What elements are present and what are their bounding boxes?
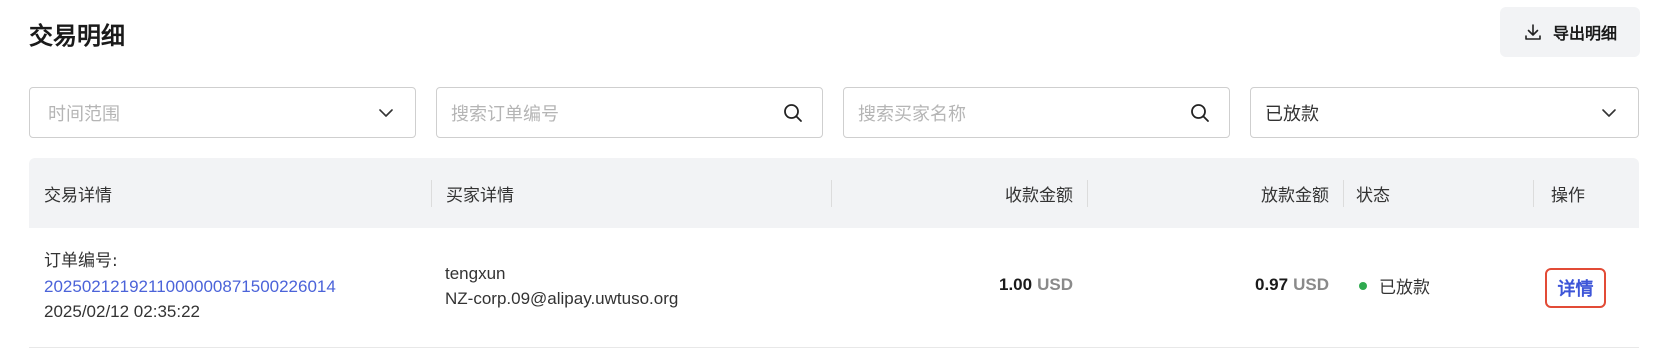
received-amount: 1.00 USD [831,275,1073,295]
column-header-status: 状态 [1343,158,1533,228]
column-header-received-amount: 收款金额 [831,158,1087,228]
table-header: 交易详情 买家详情 收款金额 放款金额 状态 操作 [29,158,1639,228]
transaction-datetime: 2025/02/12 02:35:22 [44,302,200,321]
order-number-label: 订单编号: [44,251,118,271]
order-search-placeholder: 搜索订单编号 [451,103,559,125]
status-select[interactable]: 已放款 [1250,87,1639,138]
released-amount: 0.97 USD [1087,275,1329,295]
status-text: 已放款 [1379,278,1430,298]
export-button-label: 导出明细 [1552,24,1617,43]
time-range-select[interactable]: 时间范围 [29,87,416,138]
time-range-placeholder: 时间范围 [48,103,120,125]
search-icon[interactable] [1189,102,1211,124]
order-number-link[interactable]: 2025021219211000000871500226014 [44,274,336,299]
chevron-down-icon [379,108,393,117]
column-header-action: 操作 [1533,158,1639,228]
released-currency: USD [1293,275,1329,294]
chevron-down-icon [1602,108,1616,117]
buyer-details: tengxun NZ-corp.09@alipay.uwtuso.org [445,261,678,311]
received-amount-value: 1.00 [999,275,1033,294]
order-search-input[interactable]: 搜索订单编号 [436,87,823,138]
page-title: 交易明细 [29,22,125,50]
search-icon[interactable] [782,102,804,124]
buyer-email: NZ-corp.09@alipay.uwtuso.org [445,289,679,308]
buyer-search-input[interactable]: 搜索买家名称 [843,87,1230,138]
status-badge: 已放款 [1359,273,1430,298]
status-dot-icon [1359,281,1367,290]
table-row: 订单编号: 2025021219211000000871500226014 20… [29,228,1639,348]
column-header-buyer: 买家详情 [431,158,831,228]
column-header-transaction: 交易详情 [44,185,112,206]
transaction-details: 订单编号: 2025021219211000000871500226014 20… [44,249,336,324]
buyer-name: tengxun [445,264,506,283]
released-amount-value: 0.97 [1255,275,1289,294]
received-currency: USD [1037,275,1073,294]
detail-button[interactable]: 详情 [1545,268,1606,308]
status-select-value: 已放款 [1265,103,1319,125]
column-header-released-amount: 放款金额 [1087,158,1343,228]
download-icon [1525,24,1541,40]
export-button[interactable]: 导出明细 [1500,7,1640,57]
buyer-search-placeholder: 搜索买家名称 [858,103,966,125]
